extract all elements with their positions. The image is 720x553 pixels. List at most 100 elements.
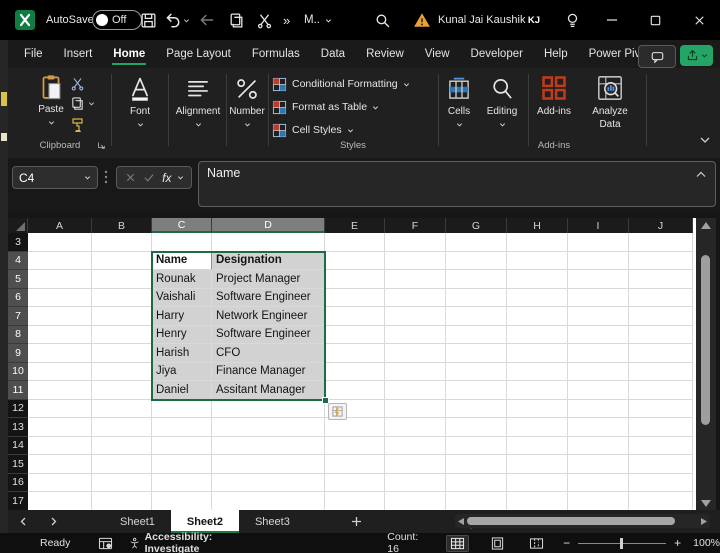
format-painter-button[interactable] [70,117,86,133]
cell-I12[interactable] [568,399,629,418]
cell-I7[interactable] [568,307,629,326]
analyze-data-button[interactable]: Analyze Data [580,74,640,131]
formula-bar-drag-dots[interactable] [104,169,108,185]
column-header-E[interactable]: E [325,218,385,233]
qat-overflow-button[interactable]: » [283,0,290,40]
paste-button[interactable]: Paste [32,74,70,126]
cell-G9[interactable] [446,344,507,363]
font-group-button[interactable]: Font [114,76,166,128]
cell-I3[interactable] [568,233,629,252]
row-header-7[interactable]: 7 [8,307,28,326]
row-header-8[interactable]: 8 [8,325,28,344]
cell-D10[interactable]: Finance Manager [212,362,325,381]
cell-I15[interactable] [568,455,629,474]
formula-input[interactable]: Name [198,161,716,207]
tab-view[interactable]: View [423,44,452,65]
cell-A13[interactable] [28,418,92,437]
cell-H6[interactable] [507,288,568,307]
cell-B9[interactable] [92,344,152,363]
cell-G4[interactable] [446,251,507,270]
sheet-nav-right-icon[interactable] [38,510,68,533]
zoom-slider-thumb[interactable] [620,537,624,549]
horizontal-scroll-thumb[interactable] [467,517,675,525]
cell-H8[interactable] [507,325,568,344]
cell-J10[interactable] [629,362,693,381]
cell-C4[interactable]: Name [152,251,212,270]
cell-C12[interactable] [152,399,212,418]
cell-A17[interactable] [28,492,92,511]
accessibility-status[interactable]: Accessibility: Investigate [129,531,245,553]
cut-button[interactable] [256,0,273,40]
column-header-I[interactable]: I [568,218,629,233]
cell-I5[interactable] [568,270,629,289]
cell-G10[interactable] [446,362,507,381]
view-normal-button[interactable] [446,534,470,552]
cell-D3[interactable] [212,233,325,252]
user-name[interactable]: Kunal Jai Kaushik [438,0,525,40]
alignment-group-button[interactable]: Alignment [170,76,226,128]
cell-E17[interactable] [325,492,385,511]
cell-A16[interactable] [28,473,92,492]
cell-J8[interactable] [629,325,693,344]
row-header-4[interactable]: 4 [8,251,28,270]
column-header-A[interactable]: A [28,218,92,233]
vertical-scrollbar[interactable] [696,218,716,510]
column-header-B[interactable]: B [92,218,152,233]
view-page-break-button[interactable] [526,536,547,551]
cell-H3[interactable] [507,233,568,252]
cell-F14[interactable] [385,436,446,455]
name-box[interactable]: C4 [12,166,98,189]
cell-C10[interactable]: Jiya [152,362,212,381]
cell-H16[interactable] [507,473,568,492]
cell-J16[interactable] [629,473,693,492]
row-header-6[interactable]: 6 [8,288,28,307]
cell-D8[interactable]: Software Engineer [212,325,325,344]
cell-F3[interactable] [385,233,446,252]
cell-G5[interactable] [446,270,507,289]
collapse-ribbon-chevron-icon[interactable] [698,134,712,146]
cell-F8[interactable] [385,325,446,344]
cell-B3[interactable] [92,233,152,252]
zoom-level[interactable]: 100% [693,537,720,549]
cell-D6[interactable]: Software Engineer [212,288,325,307]
cell-A7[interactable] [28,307,92,326]
cell-B8[interactable] [92,325,152,344]
add-sheet-button[interactable] [342,510,372,533]
autosave-toggle[interactable]: Off [92,0,142,40]
tab-file[interactable]: File [22,44,45,65]
cell-B4[interactable] [92,251,152,270]
cell-E8[interactable] [325,325,385,344]
row-header-10[interactable]: 10 [8,362,28,381]
cell-G14[interactable] [446,436,507,455]
cell-A10[interactable] [28,362,92,381]
cell-D15[interactable] [212,455,325,474]
cell-D14[interactable] [212,436,325,455]
row-header-5[interactable]: 5 [8,270,28,289]
cell-J3[interactable] [629,233,693,252]
cell-E3[interactable] [325,233,385,252]
column-header-C[interactable]: C [152,218,212,233]
cell-H17[interactable] [507,492,568,511]
cell-I4[interactable] [568,251,629,270]
cell-H5[interactable] [507,270,568,289]
cell-C13[interactable] [152,418,212,437]
tab-insert[interactable]: Insert [62,44,95,65]
cell-G16[interactable] [446,473,507,492]
cell-E16[interactable] [325,473,385,492]
cell-I13[interactable] [568,418,629,437]
tab-home[interactable]: Home [111,44,147,65]
cell-B13[interactable] [92,418,152,437]
cell-C3[interactable] [152,233,212,252]
cell-G12[interactable] [446,399,507,418]
cell-I9[interactable] [568,344,629,363]
cell-E9[interactable] [325,344,385,363]
cell-C9[interactable]: Harish [152,344,212,363]
cell-I14[interactable] [568,436,629,455]
cell-F15[interactable] [385,455,446,474]
cell-H12[interactable] [507,399,568,418]
cell-H14[interactable] [507,436,568,455]
cell-E10[interactable] [325,362,385,381]
row-header-14[interactable]: 14 [8,436,28,455]
comments-button[interactable] [638,45,676,68]
cell-B5[interactable] [92,270,152,289]
